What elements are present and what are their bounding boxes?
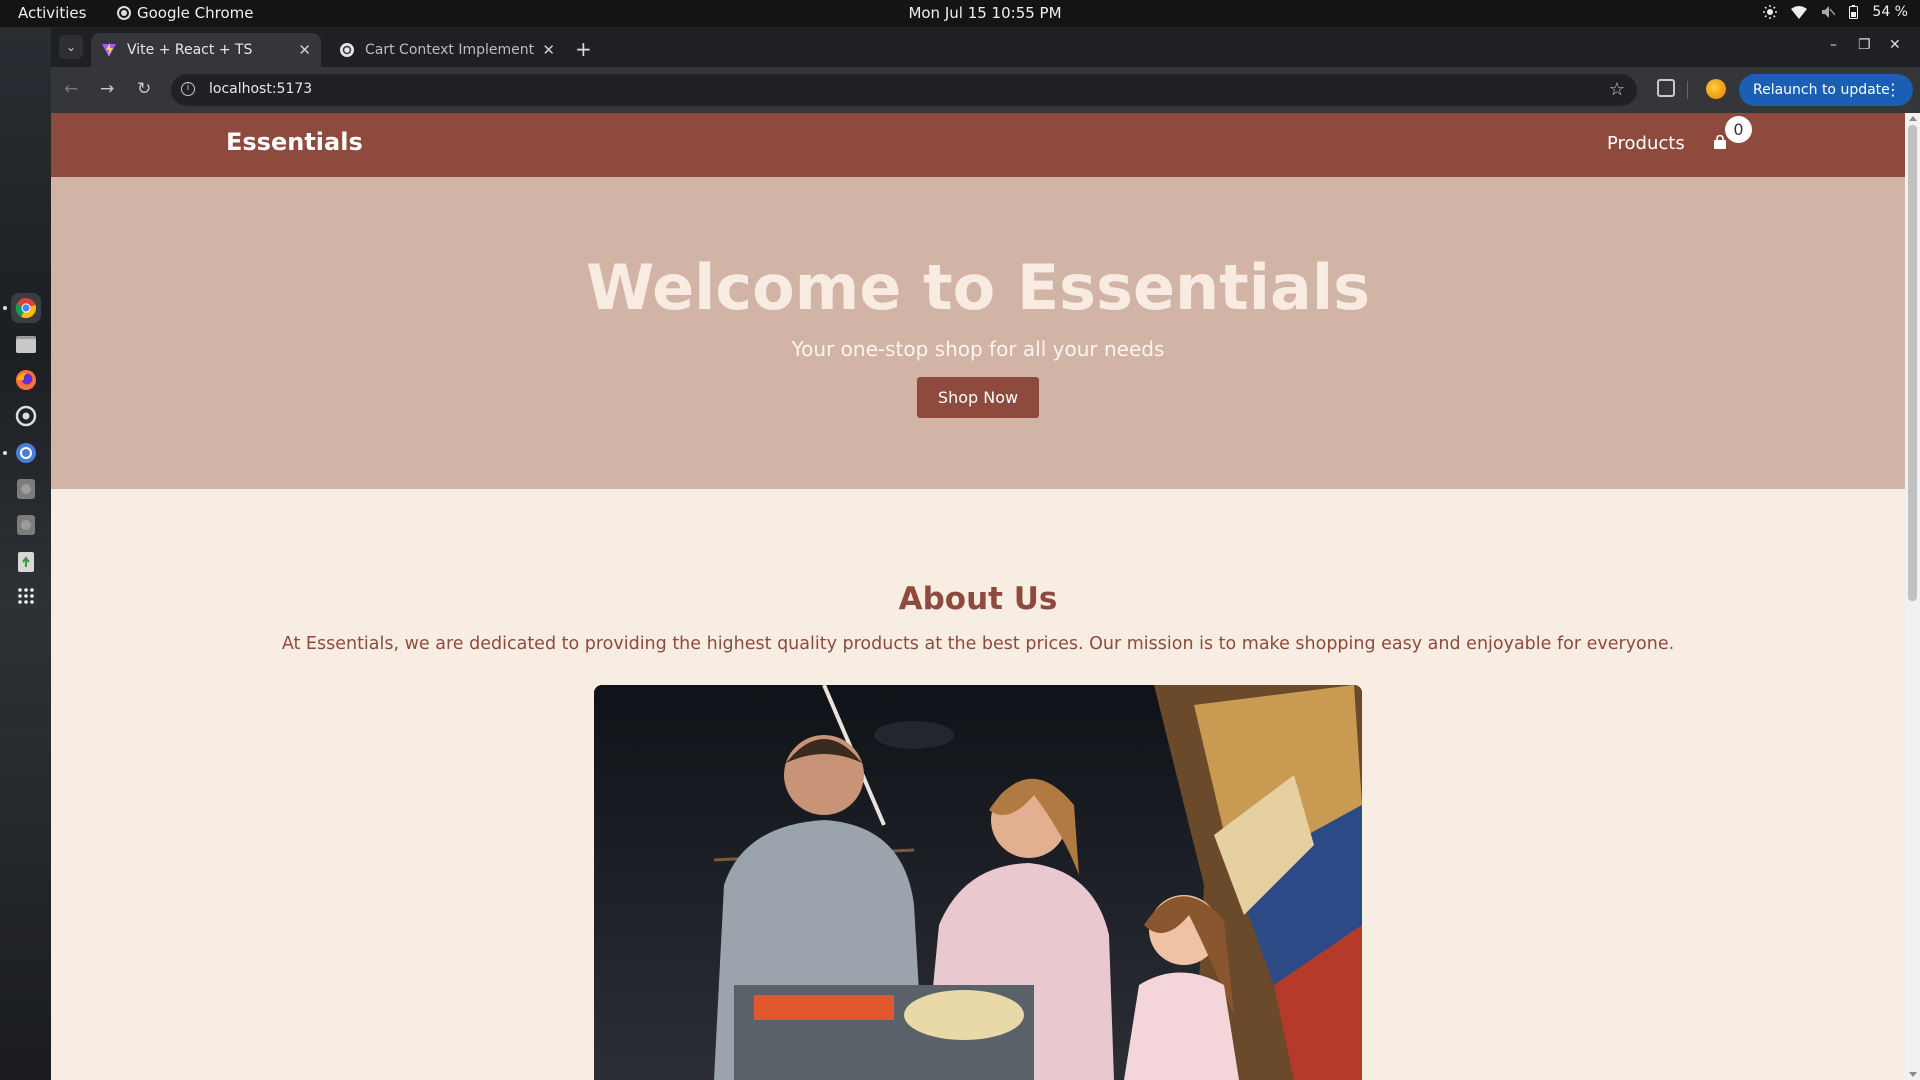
hero-section: Welcome to Essentials Your one-stop shop… [51, 177, 1905, 489]
nav-products-link[interactable]: Products [1607, 133, 1685, 154]
scroll-up-arrow[interactable] [1909, 116, 1917, 121]
close-window-icon[interactable]: ✕ [1889, 37, 1901, 53]
chatgpt-icon [340, 43, 354, 57]
back-icon[interactable]: ← [64, 79, 78, 99]
browser-toolbar: ← → ↻ i localhost:5173 ☆ Relaunch to upd… [51, 67, 1920, 113]
disk-icon[interactable] [11, 474, 41, 504]
brightness-icon [1763, 5, 1778, 19]
chrome-icon[interactable] [11, 293, 41, 323]
url-text: localhost:5173 [209, 81, 313, 97]
shop-now-button[interactable]: Shop Now [917, 377, 1039, 418]
tab-title: Cart Context Implement [365, 42, 535, 58]
family-shopping-photo [594, 685, 1362, 1080]
dock [0, 27, 51, 1080]
reload-icon[interactable]: ↻ [137, 79, 151, 99]
cart-count-badge: 0 [1725, 116, 1752, 143]
hero-subtitle: Your one-stop shop for all your needs [791, 337, 1165, 361]
activities-button[interactable]: Activities [18, 4, 86, 22]
files-icon[interactable] [11, 329, 41, 359]
page-scrollbar[interactable] [1905, 113, 1920, 1080]
site-info-icon[interactable]: i [181, 82, 195, 96]
firefox-icon[interactable] [11, 365, 41, 395]
tab-search-button[interactable]: ⌄ [59, 35, 83, 59]
more-menu-icon[interactable]: ⋮ [1885, 80, 1901, 99]
close-tab-icon[interactable]: ✕ [542, 41, 555, 59]
tab-strip: ⌄ Vite + React + TS ✕ Cart Context Imple… [51, 27, 1920, 67]
star-icon[interactable]: ☆ [1609, 79, 1625, 100]
volume-muted-icon [1822, 6, 1836, 18]
battery-percent: 54 % [1872, 4, 1908, 20]
about-text: At Essentials, we are dedicated to provi… [281, 634, 1675, 654]
disk-icon[interactable] [11, 510, 41, 540]
running-indicator [3, 451, 7, 455]
page-viewport: Essentials Products 0 Welcome to Essenti… [51, 113, 1905, 1080]
site-navbar: Essentials Products 0 [51, 113, 1905, 177]
tab-cart-context[interactable]: Cart Context Implement ✕ [329, 33, 565, 67]
close-tab-icon[interactable]: ✕ [298, 41, 311, 59]
tab-title: Vite + React + TS [127, 42, 253, 58]
wifi-icon [1791, 5, 1808, 19]
vite-icon [102, 43, 116, 57]
scrollbar-thumb[interactable] [1908, 125, 1917, 601]
running-indicator [3, 306, 7, 310]
software-icon[interactable] [11, 438, 41, 468]
battery-icon [1849, 5, 1859, 19]
about-heading: About Us [898, 581, 1058, 617]
trash-icon[interactable] [11, 546, 41, 576]
forward-icon[interactable]: → [100, 79, 114, 99]
chrome-small-icon [117, 6, 131, 20]
profile-avatar[interactable] [1706, 79, 1726, 99]
address-bar[interactable]: i localhost:5173 ☆ [171, 74, 1637, 106]
tab-vite[interactable]: Vite + React + TS ✕ [91, 33, 321, 67]
system-top-bar: Activities Google Chrome Mon Jul 15 10:5… [0, 0, 1920, 27]
app-menu[interactable]: Google Chrome [117, 4, 254, 22]
minimize-icon[interactable]: – [1830, 37, 1837, 53]
app-grid-icon[interactable] [11, 581, 41, 611]
shopping-bag-icon[interactable] [1713, 135, 1727, 149]
scroll-down-arrow[interactable] [1909, 1072, 1917, 1077]
relaunch-button[interactable]: Relaunch to update ⋮ [1739, 74, 1913, 106]
system-tray[interactable]: 54 % [1763, 4, 1908, 20]
toolbar-divider [1687, 81, 1688, 99]
about-section: About Us At Essentials, we are dedicated… [51, 489, 1905, 1080]
restore-icon[interactable]: ❐ [1858, 37, 1871, 53]
browser-window: ⌄ Vite + React + TS ✕ Cart Context Imple… [51, 27, 1920, 1080]
site-brand[interactable]: Essentials [226, 128, 363, 156]
extensions-icon[interactable] [1657, 79, 1675, 97]
relaunch-label: Relaunch to update [1753, 82, 1890, 98]
app-name: Google Chrome [137, 4, 254, 22]
clock[interactable]: Mon Jul 15 10:55 PM [0, 4, 1920, 22]
hero-title: Welcome to Essentials [585, 251, 1371, 324]
new-tab-button[interactable]: + [575, 37, 592, 61]
settings-icon[interactable] [11, 401, 41, 431]
